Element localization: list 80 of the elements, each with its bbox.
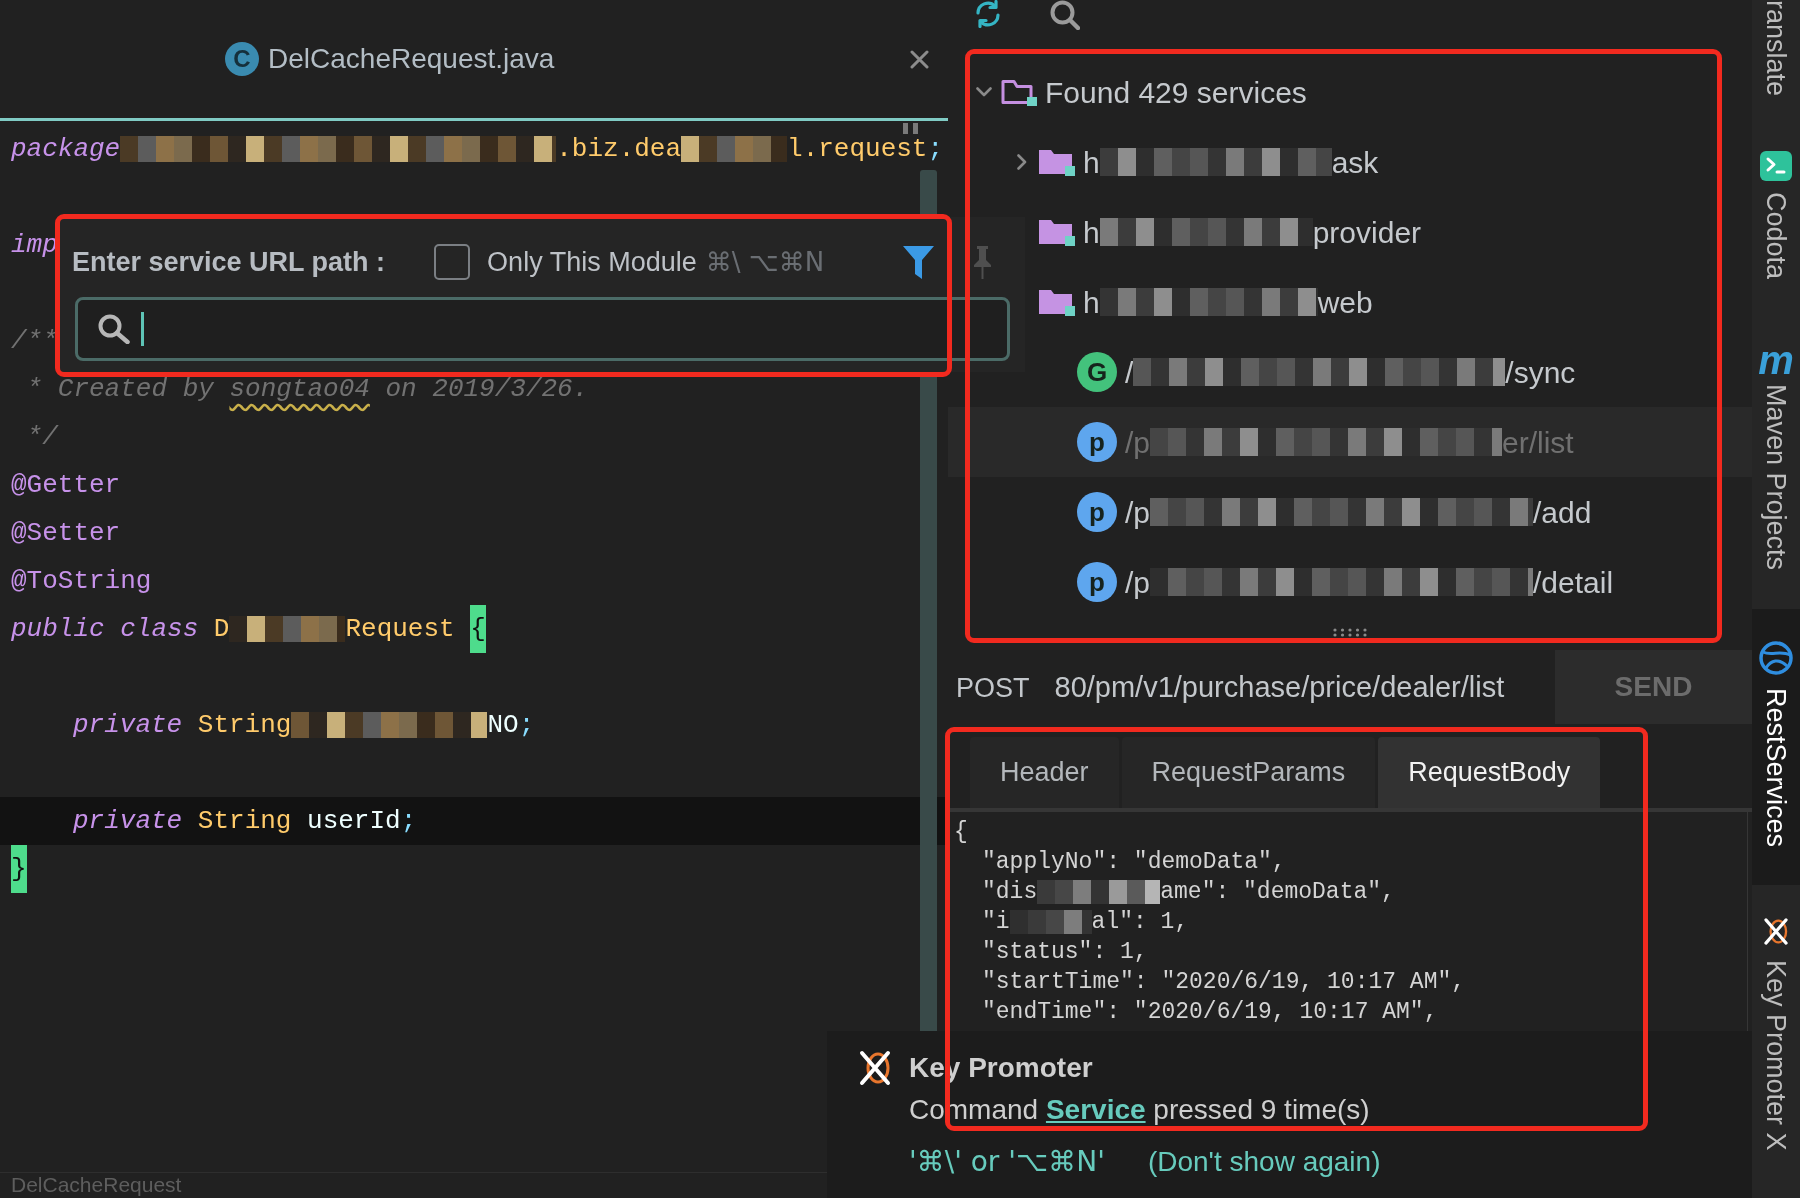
cross-icon — [1762, 916, 1790, 948]
folder-icon — [1039, 218, 1075, 246]
code-text: NO — [487, 711, 519, 739]
filter-icon[interactable] — [903, 245, 934, 279]
terminal-icon — [1760, 151, 1792, 182]
code-text: Request — [345, 615, 455, 643]
code-line: private String userId; — [73, 807, 417, 835]
tree-item[interactable]: p /p /detail — [948, 547, 1752, 617]
globe-icon — [1757, 641, 1795, 676]
dismiss-link[interactable]: (Don't show again) — [1147, 1141, 1381, 1183]
grip-icon[interactable] — [1332, 627, 1368, 637]
chevron-down-icon[interactable] — [976, 87, 992, 97]
folder-icon — [1039, 288, 1075, 316]
request-tab[interactable]: RequestParams — [1121, 737, 1376, 808]
tree-item[interactable]: h web — [948, 267, 1752, 337]
side-tab[interactable]: ranslate — [1752, 0, 1800, 97]
code-line: @Getter — [11, 471, 121, 499]
search-icon[interactable] — [1050, 0, 1080, 30]
search-field[interactable] — [75, 297, 1010, 361]
method-badge: p — [1077, 492, 1117, 532]
code-text: public class — [11, 615, 199, 643]
url-field[interactable]: 80/pm/v1/purchase/price/dealer/list — [1054, 666, 1505, 710]
json-line: "endTime": "2020/6/19, 10:17 AM", — [982, 999, 1438, 1025]
refresh-icon[interactable] — [973, 0, 1003, 28]
code-text: String — [197, 711, 292, 739]
code-text: D — [213, 615, 230, 643]
json-line: "status": 1, — [982, 939, 1148, 965]
code-text: package — [11, 135, 121, 163]
code-line: @ToString — [11, 567, 152, 595]
shortcut-hint: ⌘\ ⌥⌘N — [705, 245, 825, 279]
side-tab[interactable]: m Maven Projects — [1752, 345, 1800, 571]
method-badge: p — [1077, 562, 1117, 602]
code-text: .biz.dea — [556, 135, 682, 163]
json-text: "i — [982, 909, 1010, 935]
text-cursor-icon — [141, 312, 144, 346]
request-tab[interactable]: Header — [970, 737, 1119, 808]
side-tab[interactable]: Key Promoter X — [1752, 916, 1800, 1151]
tree-item[interactable]: G / /sync — [948, 337, 1752, 407]
method-badge: p — [1077, 422, 1117, 462]
json-text: "dis — [982, 879, 1038, 905]
tree-item[interactable]: p /p er/list — [948, 407, 1752, 477]
close-icon[interactable] — [910, 49, 929, 69]
json-line: { — [954, 819, 968, 845]
chevron-right-icon[interactable] — [1017, 154, 1027, 170]
code-line: * Created by songtao04 on 2019/3/26. — [25, 375, 589, 403]
code-line: /** — [11, 327, 58, 355]
side-tab[interactable]: Codota — [1752, 151, 1800, 280]
class-badge: C — [225, 42, 259, 76]
matched-brace: } — [11, 845, 27, 893]
editor-tab[interactable]: C DelCacheRequest.java — [0, 0, 948, 121]
code-text: l.request — [787, 135, 928, 163]
folder-icon — [1039, 148, 1075, 176]
popup-label: Enter service URL path : — [72, 245, 386, 279]
json-text: ame": "demoData", — [1160, 879, 1395, 905]
tree-item[interactable]: h provider — [948, 197, 1752, 267]
cross-icon — [859, 1048, 891, 1088]
service-link[interactable]: Service — [1045, 1094, 1146, 1125]
code-text: private — [73, 711, 183, 739]
code-line: imp — [11, 231, 58, 259]
code-line: */ — [25, 423, 58, 451]
method-badge: G — [1077, 352, 1117, 392]
code-line: @Setter — [11, 519, 121, 547]
json-line: "startTime": "2020/6/19, 10:17 AM", — [982, 969, 1466, 995]
checkbox-label[interactable]: Only This Module — [487, 241, 697, 283]
search-icon — [98, 314, 130, 344]
side-tab[interactable]: RestServices — [1752, 609, 1800, 886]
tree-item[interactable]: Found 429 services — [948, 57, 1752, 127]
bars-icon[interactable] — [903, 123, 918, 134]
request-tab[interactable]: RequestBody — [1378, 737, 1601, 808]
json-line: "applyNo": "demoData", — [982, 849, 1286, 875]
code-text: ; — [518, 711, 535, 739]
code-text: ; — [927, 135, 944, 163]
tree-item[interactable]: p /p /add — [948, 477, 1752, 547]
checkbox[interactable] — [434, 244, 471, 280]
matched-brace: { — [470, 605, 486, 653]
folder-icon — [1001, 78, 1037, 106]
request-method[interactable]: POST — [956, 667, 1030, 709]
letter-icon: m — [1758, 345, 1794, 376]
json-text: al": 1, — [1091, 909, 1189, 935]
tree-item[interactable]: h ask — [948, 127, 1752, 197]
